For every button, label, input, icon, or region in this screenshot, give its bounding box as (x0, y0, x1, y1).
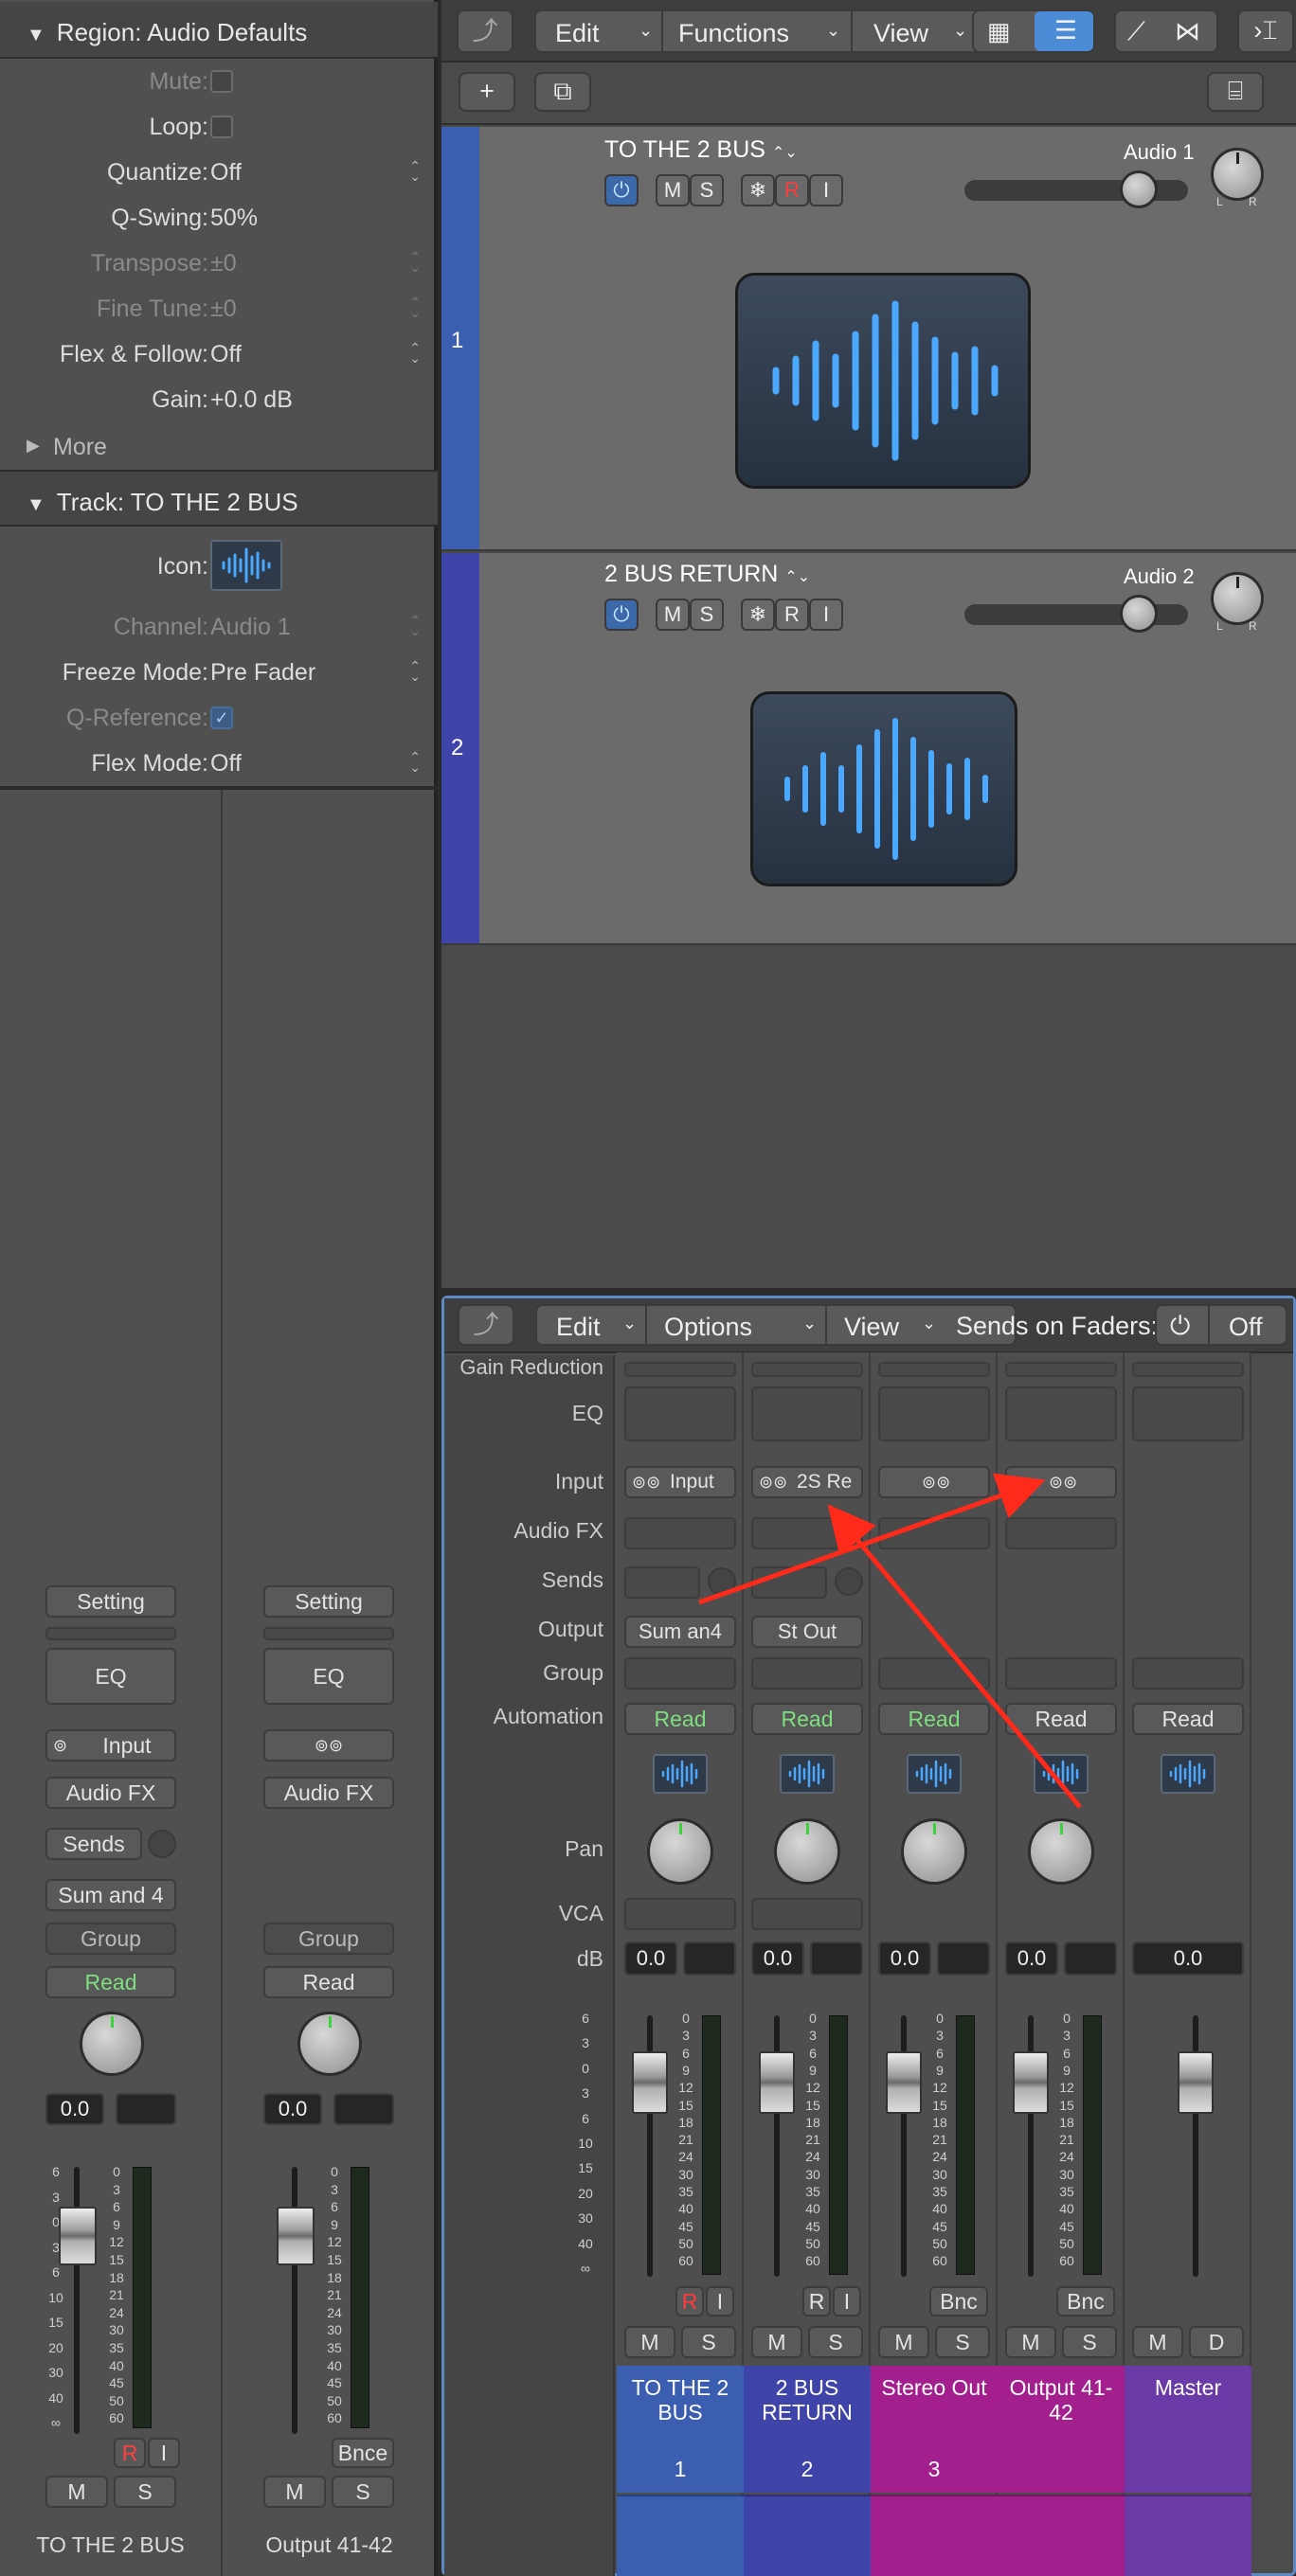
arrow-output-to-input (698, 1473, 1046, 1605)
annotation-arrows (698, 1473, 1082, 1809)
arrow-to-2bus-input (827, 1504, 1082, 1809)
